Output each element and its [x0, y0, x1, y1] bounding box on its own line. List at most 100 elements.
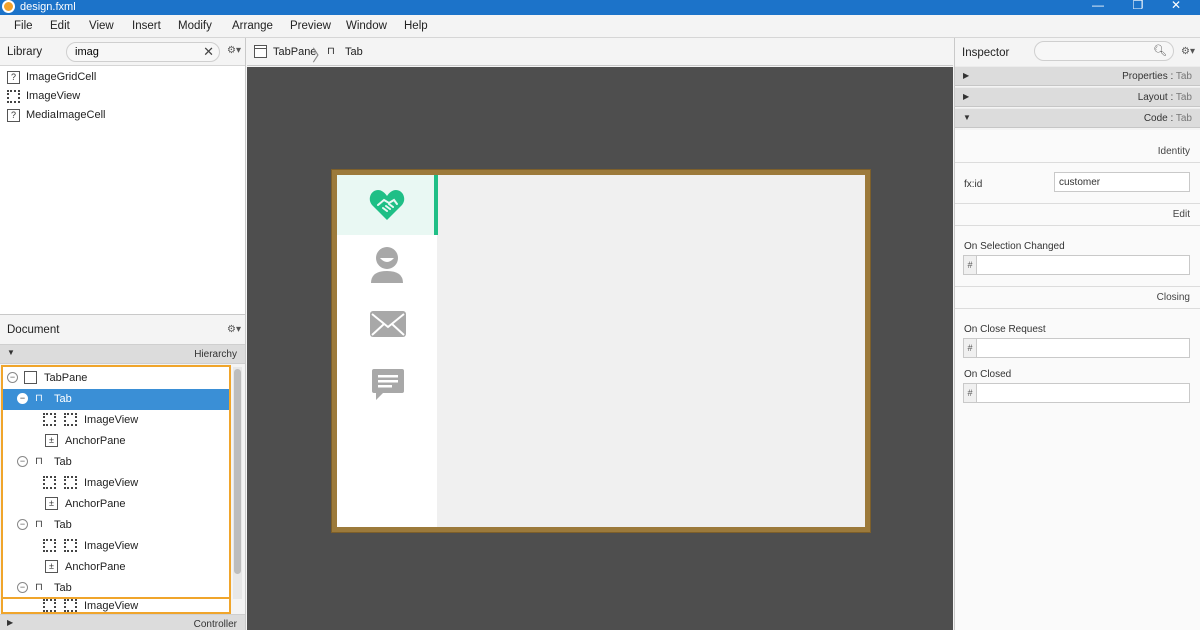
collapse-toggle-icon[interactable]: −: [7, 372, 18, 383]
anchorpane-icon: ±: [45, 434, 58, 447]
menu-arrange[interactable]: Arrange: [232, 20, 273, 32]
menu-insert[interactable]: Insert: [132, 20, 161, 32]
menu-preview[interactable]: Preview: [290, 20, 331, 32]
section-name: Layout: [1137, 92, 1168, 103]
divider: [955, 286, 1200, 287]
collapse-arrow-icon: ▼: [963, 113, 971, 122]
search-icon: 🔍︎: [1153, 45, 1167, 57]
menu-file[interactable]: File: [14, 20, 33, 32]
breadcrumb-root[interactable]: TabPane: [273, 46, 316, 58]
inspector-gear-icon[interactable]: ⚙▾: [1181, 46, 1195, 57]
tree-node-label: AnchorPane: [65, 498, 126, 510]
imageview-icon: [7, 90, 20, 103]
menu-view[interactable]: View: [89, 20, 114, 32]
menu-modify[interactable]: Modify: [178, 20, 212, 32]
side-tab-active[interactable]: [337, 175, 438, 235]
mail-icon: [370, 311, 406, 337]
library-item-label: ImageView: [26, 90, 81, 102]
tree-row[interactable]: ImageView: [3, 599, 229, 612]
tree-row[interactable]: ± AnchorPane: [3, 431, 229, 452]
menu-edit[interactable]: Edit: [50, 20, 70, 32]
tree-row[interactable]: − ⊓ Tab: [3, 578, 229, 597]
code-section-header[interactable]: ▼ Code : Tab: [955, 108, 1200, 128]
tabpane-content[interactable]: [337, 175, 865, 527]
hierarchy-scrollbar[interactable]: [233, 367, 242, 599]
clear-search-icon[interactable]: ✕: [203, 44, 214, 60]
window-title: design.fxml: [20, 1, 76, 13]
imageview-icon: [64, 476, 77, 489]
fx-id-input[interactable]: [1054, 172, 1190, 192]
imageview-icon: [43, 539, 56, 552]
document-panel: Document ⚙▾ ▼ Hierarchy − TabPane − ⊓ Ta…: [0, 314, 246, 630]
library-search-input[interactable]: [75, 45, 195, 59]
library-gear-icon[interactable]: ⚙▾: [227, 45, 241, 56]
tree-row[interactable]: ImageView: [3, 410, 229, 431]
restore-button[interactable]: ❐: [1128, 0, 1148, 12]
fx-id-label: fx:id: [964, 179, 983, 190]
controller-label: Controller: [193, 619, 237, 630]
library-item-label: MediaImageCell: [26, 109, 106, 121]
anchorpane-icon: ±: [45, 560, 58, 573]
tree-node-label: TabPane: [44, 372, 88, 384]
tabpane-preview[interactable]: [331, 169, 871, 533]
library-title: Library: [7, 46, 43, 58]
properties-section-header[interactable]: ▶ Properties : Tab: [955, 66, 1200, 86]
on-selection-changed-label: On Selection Changed: [964, 241, 1065, 252]
tree-row[interactable]: − ⊓ Tab: [3, 515, 229, 536]
menu-help[interactable]: Help: [404, 20, 428, 32]
inspector-search[interactable]: 🔍︎: [1034, 41, 1174, 61]
collapse-toggle-icon[interactable]: −: [17, 519, 28, 530]
tree-node-label: Tab: [54, 519, 72, 531]
layout-section-header[interactable]: ▶ Layout : Tab: [955, 87, 1200, 107]
side-tab[interactable]: [337, 295, 437, 355]
user-icon: [371, 247, 403, 283]
title-bar: design.fxml — ❐ ✕: [0, 0, 1200, 15]
unknown-component-icon: ?: [7, 71, 20, 84]
tree-row[interactable]: − TabPane: [3, 368, 229, 389]
on-closed-field[interactable]: #: [963, 383, 1190, 403]
menu-window[interactable]: Window: [346, 20, 387, 32]
section-suffix: Tab: [1175, 71, 1192, 82]
hierarchy-tree-overflow: ImageView: [1, 599, 231, 614]
breadcrumb: TabPane 〉 ⊓ Tab: [247, 38, 953, 66]
tree-node-label: ImageView: [84, 600, 139, 612]
collapse-toggle-icon[interactable]: −: [17, 393, 28, 404]
close-window-button[interactable]: ✕: [1166, 0, 1186, 12]
tab-icon: ⊓: [35, 393, 43, 404]
library-item-label: ImageGridCell: [26, 71, 97, 83]
side-tab[interactable]: [337, 235, 437, 295]
section-name: Properties: [1122, 71, 1168, 82]
side-tab-bar: [337, 175, 438, 527]
tree-row[interactable]: ± AnchorPane: [3, 557, 229, 578]
collapse-toggle-icon[interactable]: −: [17, 456, 28, 467]
scrollbar-thumb[interactable]: [234, 369, 241, 574]
design-canvas[interactable]: [247, 67, 953, 630]
tree-row[interactable]: ImageView: [3, 473, 229, 494]
tree-row[interactable]: ± AnchorPane: [3, 494, 229, 515]
hierarchy-section-header[interactable]: ▼ Hierarchy: [0, 344, 245, 364]
on-close-request-field[interactable]: #: [963, 338, 1190, 358]
imageview-icon: [43, 413, 56, 426]
breadcrumb-current[interactable]: Tab: [345, 46, 363, 58]
imageview-icon: [64, 599, 77, 612]
inspector-title: Inspector: [962, 47, 1010, 59]
collapse-toggle-icon[interactable]: −: [17, 582, 28, 593]
imageview-icon: [64, 413, 77, 426]
collapse-arrow-icon: ▼: [7, 348, 15, 357]
edit-group-title: Edit: [1172, 209, 1190, 220]
tab-icon: ⊓: [35, 519, 43, 530]
imageview-icon: [43, 476, 56, 489]
tree-row[interactable]: − ⊓ Tab: [3, 452, 229, 473]
controller-section-header[interactable]: ▶ Controller: [0, 614, 245, 630]
on-selection-changed-field[interactable]: #: [963, 255, 1190, 275]
document-gear-icon[interactable]: ⚙▾: [227, 324, 241, 335]
tree-node-label: ImageView: [84, 414, 139, 426]
section-name: Code: [1143, 113, 1168, 124]
library-search[interactable]: ✕: [66, 42, 220, 62]
tree-row-selected[interactable]: − ⊓ Tab: [3, 389, 229, 410]
expand-arrow-icon: ▶: [7, 618, 14, 627]
minimize-button[interactable]: —: [1088, 0, 1108, 12]
tree-row[interactable]: ImageView: [3, 536, 229, 557]
tree-node-label: Tab: [54, 456, 72, 468]
side-tab[interactable]: [337, 355, 437, 415]
